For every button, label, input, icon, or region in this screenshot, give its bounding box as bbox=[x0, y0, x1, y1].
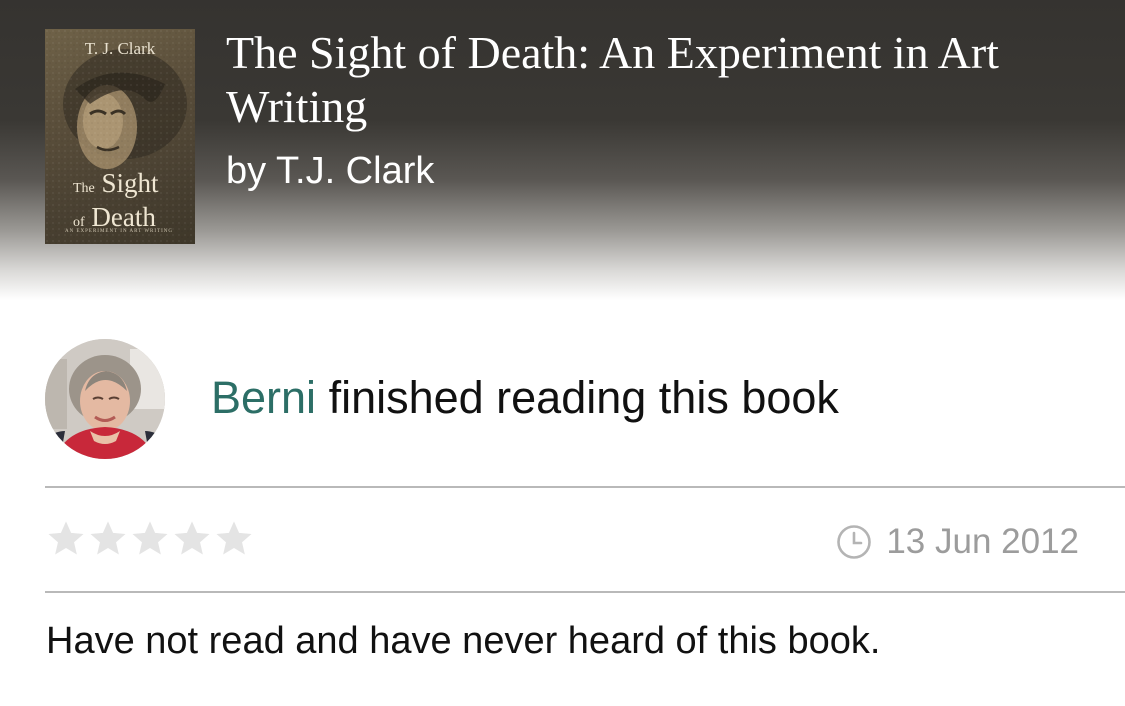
star-rating[interactable] bbox=[45, 517, 255, 559]
activity-text: Berni finished reading this book bbox=[211, 372, 839, 424]
book-author[interactable]: by T.J. Clark bbox=[226, 150, 434, 193]
star-icon[interactable] bbox=[171, 517, 213, 559]
avatar[interactable] bbox=[45, 339, 165, 459]
activity-action: finished reading this book bbox=[316, 372, 839, 423]
date-text: 13 Jun 2012 bbox=[886, 522, 1079, 561]
user-name-link[interactable]: Berni bbox=[211, 372, 316, 423]
divider-bottom bbox=[45, 591, 1125, 593]
star-icon[interactable] bbox=[213, 517, 255, 559]
cover-title-small: The bbox=[73, 181, 95, 196]
star-icon[interactable] bbox=[129, 517, 171, 559]
cover-title-text: The Sight of Death bbox=[73, 169, 159, 237]
star-icon[interactable] bbox=[45, 517, 87, 559]
cover-title-line1: Sight bbox=[101, 168, 159, 198]
clock-icon bbox=[837, 525, 872, 559]
book-header: T. J. Clark The Sight of Death AN EXPERI… bbox=[0, 0, 1125, 305]
avatar-photo bbox=[45, 339, 165, 459]
review-text: Have not read and have never heard of th… bbox=[46, 620, 881, 662]
divider-top bbox=[45, 486, 1125, 488]
cover-subtitle-text: AN EXPERIMENT IN ART WRITING bbox=[65, 229, 173, 234]
star-icon[interactable] bbox=[87, 517, 129, 559]
book-cover[interactable]: T. J. Clark The Sight of Death AN EXPERI… bbox=[45, 29, 195, 244]
review-date: 13 Jun 2012 bbox=[836, 522, 1079, 562]
cover-title-small2: of bbox=[73, 215, 85, 230]
cover-title-line2: Death bbox=[91, 202, 156, 232]
book-title[interactable]: The Sight of Death: An Experiment in Art… bbox=[226, 26, 1086, 134]
book-activity-page: T. J. Clark The Sight of Death AN EXPERI… bbox=[0, 0, 1125, 706]
cover-author-text: T. J. Clark bbox=[84, 39, 156, 58]
